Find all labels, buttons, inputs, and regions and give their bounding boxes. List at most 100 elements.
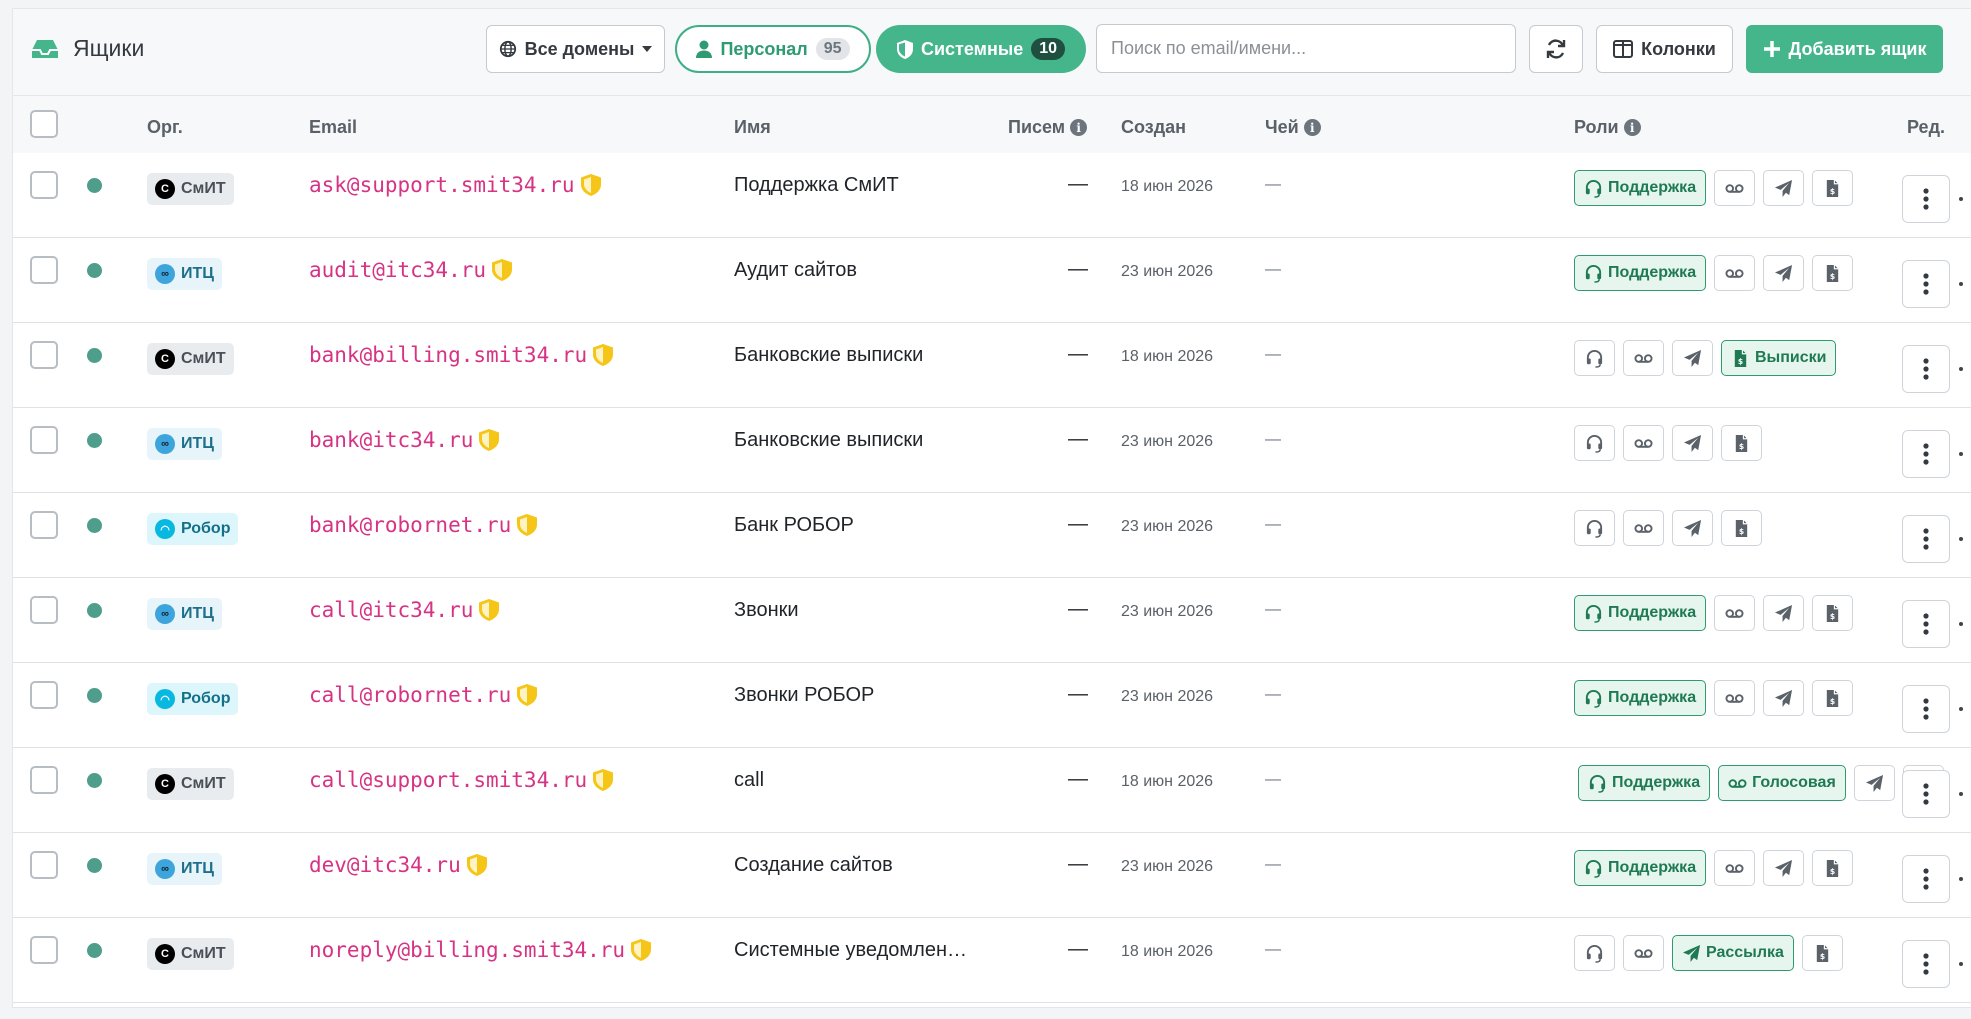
table-row[interactable]: ◠ Робор call@robornet.ru Звонки РОБОР — … <box>13 663 1971 748</box>
row-checkbox[interactable] <box>30 851 58 879</box>
email-link[interactable]: call@itc34.ru <box>309 598 500 622</box>
role-mailing-toggle[interactable] <box>1672 340 1713 376</box>
column-letters[interactable]: Писем i <box>1008 117 1088 138</box>
role-voice-toggle[interactable] <box>1714 680 1756 716</box>
column-org[interactable]: Орг. <box>147 117 183 138</box>
table-row[interactable]: С СмИТ call@support.smit34.ru call — 18 … <box>13 748 1971 833</box>
role-support-toggle[interactable]: Поддержка <box>1578 765 1711 801</box>
row-checkbox[interactable] <box>30 766 58 794</box>
role-mailing-toggle[interactable] <box>1763 680 1805 716</box>
info-icon[interactable]: i <box>1623 119 1641 136</box>
role-mailing-toggle[interactable] <box>1763 170 1805 206</box>
role-statements-toggle[interactable]: $ <box>1721 510 1762 546</box>
table-row[interactable]: ∞ ИТЦ audit@itc34.ru Аудит сайтов — 23 и… <box>13 238 1971 323</box>
table-row[interactable]: ∞ ИТЦ bank@itc34.ru Банковские выписки —… <box>13 408 1971 493</box>
system-count-badge: 10 <box>1031 38 1066 60</box>
role-voice-toggle[interactable] <box>1623 510 1664 546</box>
role-support-toggle[interactable] <box>1574 935 1615 971</box>
add-mailbox-button[interactable]: Добавить ящик <box>1746 25 1943 73</box>
role-mailing-toggle[interactable] <box>1672 425 1713 461</box>
voicemail-icon <box>1725 268 1744 278</box>
email-link[interactable]: dev@itc34.ru <box>309 853 487 877</box>
domains-dropdown[interactable]: Все домены <box>486 25 665 73</box>
svg-text:$: $ <box>1830 612 1835 621</box>
role-mailing-toggle[interactable] <box>1763 850 1805 886</box>
role-voice-toggle[interactable] <box>1623 425 1664 461</box>
email-link[interactable]: call@robornet.ru <box>309 683 538 707</box>
row-menu-button[interactable] <box>1902 940 1950 988</box>
email-link[interactable]: bank@itc34.ru <box>309 428 500 452</box>
info-icon[interactable]: i <box>1070 119 1088 136</box>
table-row[interactable]: ∞ ИТЦ call@itc34.ru Звонки — 23 июн 2026… <box>13 578 1971 663</box>
table-row[interactable]: ◠ Робор bank@robornet.ru Банк РОБОР — 23… <box>13 493 1971 578</box>
column-created[interactable]: Создан <box>1121 117 1186 138</box>
role-statements-toggle[interactable]: $ <box>1812 255 1854 291</box>
email-link[interactable]: audit@itc34.ru <box>309 258 513 282</box>
role-statements-toggle[interactable]: $ <box>1812 680 1854 716</box>
role-statements-toggle[interactable]: $ <box>1812 850 1854 886</box>
role-support-toggle[interactable]: Поддержка <box>1574 255 1707 291</box>
email-link[interactable]: bank@billing.smit34.ru <box>309 343 614 367</box>
row-menu-button[interactable] <box>1902 515 1950 563</box>
table-row[interactable]: С СмИТ bank@billing.smit34.ru Банковские… <box>13 323 1971 408</box>
role-voice-toggle[interactable] <box>1714 255 1756 291</box>
role-support-toggle[interactable]: Поддержка <box>1574 680 1707 716</box>
role-voice-toggle[interactable] <box>1714 850 1756 886</box>
row-menu-button[interactable] <box>1902 600 1950 648</box>
role-support-toggle[interactable]: Поддержка <box>1574 595 1707 631</box>
role-statements-toggle[interactable]: $ <box>1812 595 1854 631</box>
row-menu-button[interactable] <box>1902 855 1950 903</box>
role-mailing-toggle[interactable] <box>1763 595 1805 631</box>
role-voice-toggle[interactable] <box>1623 935 1664 971</box>
email-link[interactable]: ask@support.smit34.ru <box>309 173 601 197</box>
column-whose[interactable]: Чей i <box>1265 117 1321 138</box>
table-row[interactable]: С СмИТ noreply@billing.smit34.ru Системн… <box>13 918 1971 1003</box>
role-support-toggle[interactable]: Поддержка <box>1574 850 1707 886</box>
row-checkbox[interactable] <box>30 171 58 199</box>
row-checkbox[interactable] <box>30 681 58 709</box>
row-menu-button[interactable] <box>1902 345 1950 393</box>
role-statements-toggle[interactable]: $ <box>1801 935 1843 971</box>
role-mailing-toggle[interactable] <box>1853 765 1895 801</box>
info-icon[interactable]: i <box>1303 119 1321 136</box>
email-link[interactable]: noreply@billing.smit34.ru <box>309 938 652 962</box>
role-support-toggle[interactable] <box>1574 425 1615 461</box>
table-row[interactable]: С СмИТ ask@support.smit34.ru Поддержка С… <box>13 153 1971 238</box>
role-mailing-toggle[interactable] <box>1763 255 1805 291</box>
row-checkbox[interactable] <box>30 936 58 964</box>
search-input[interactable] <box>1096 24 1516 73</box>
role-voice-toggle[interactable] <box>1714 595 1756 631</box>
row-checkbox[interactable] <box>30 341 58 369</box>
role-statements-toggle[interactable]: $ <box>1721 425 1762 461</box>
role-support-toggle[interactable] <box>1574 340 1615 376</box>
filter-personal-button[interactable]: Персонал 95 <box>675 25 871 73</box>
row-checkbox[interactable] <box>30 596 58 624</box>
row-menu-button[interactable] <box>1902 175 1950 223</box>
role-voice-toggle[interactable]: Голосовая <box>1718 765 1846 801</box>
role-statements-toggle[interactable]: $ <box>1812 170 1854 206</box>
row-checkbox[interactable] <box>30 426 58 454</box>
email-link[interactable]: bank@robornet.ru <box>309 513 538 537</box>
column-email[interactable]: Email <box>309 117 357 138</box>
select-all-checkbox[interactable] <box>30 110 58 138</box>
row-checkbox[interactable] <box>30 511 58 539</box>
email-link[interactable]: call@support.smit34.ru <box>309 768 614 792</box>
column-name[interactable]: Имя <box>734 117 771 138</box>
role-statements-toggle[interactable]: $ Выписки <box>1721 340 1837 376</box>
role-mailing-toggle[interactable] <box>1672 510 1713 546</box>
filter-system-button[interactable]: Системные 10 <box>876 25 1086 73</box>
row-menu-button[interactable] <box>1902 430 1950 478</box>
role-support-toggle[interactable] <box>1574 510 1615 546</box>
row-menu-button[interactable] <box>1902 260 1950 308</box>
headset-icon <box>1586 434 1603 453</box>
role-mailing-toggle[interactable]: Рассылка <box>1672 935 1794 971</box>
row-menu-button[interactable] <box>1902 770 1950 818</box>
role-support-toggle[interactable]: Поддержка <box>1574 170 1707 206</box>
row-checkbox[interactable] <box>30 256 58 284</box>
refresh-button[interactable] <box>1529 25 1583 73</box>
role-voice-toggle[interactable] <box>1623 340 1664 376</box>
table-row[interactable]: ∞ ИТЦ dev@itc34.ru Создание сайтов — 23 … <box>13 833 1971 918</box>
columns-button[interactable]: Колонки <box>1596 25 1733 73</box>
role-voice-toggle[interactable] <box>1714 170 1756 206</box>
row-menu-button[interactable] <box>1902 685 1950 733</box>
